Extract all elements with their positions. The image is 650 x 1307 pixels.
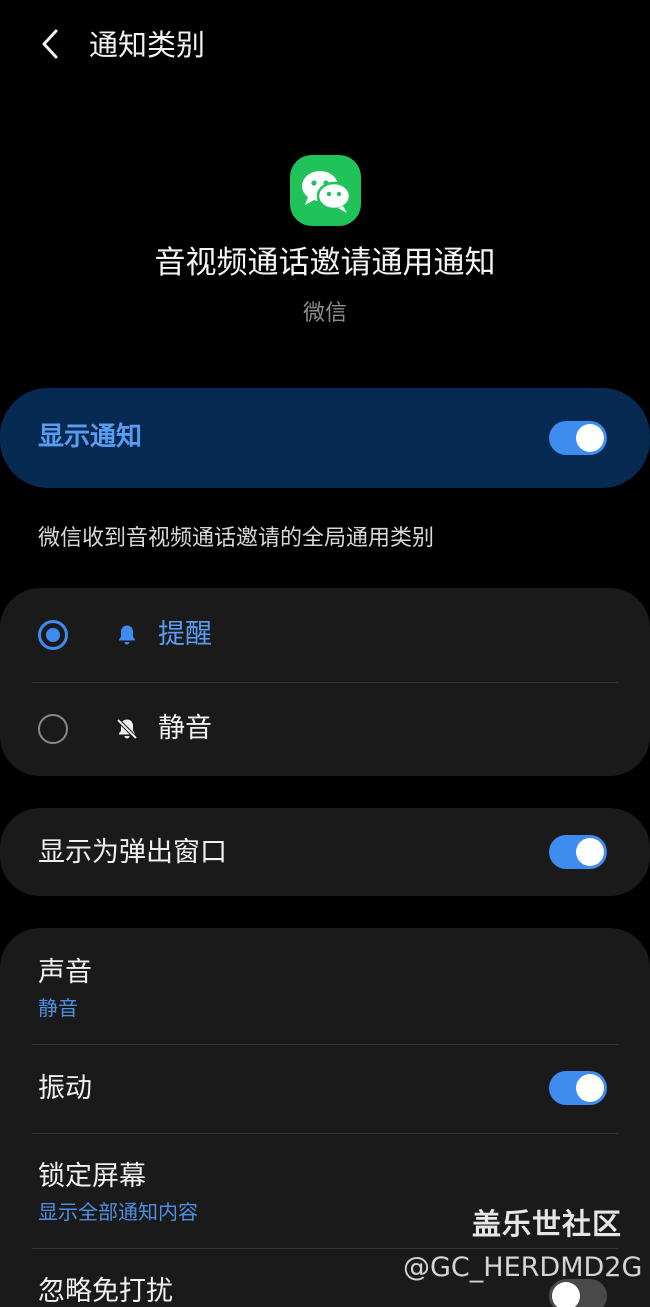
silent-option-row[interactable]: 静音 — [0, 683, 650, 776]
toggle-knob — [576, 424, 604, 452]
sound-value: 静音 — [38, 996, 78, 1020]
notification-category-screen: 通知类别 音视频通话邀请通用通知 微信 显示通知 微信收到音视频通话邀请的全局通… — [0, 0, 650, 1307]
alert-option-row[interactable]: 提醒 — [0, 588, 650, 682]
sound-row[interactable]: 声音 静音 — [0, 928, 650, 1044]
alert-mode-card: 提醒 静音 — [0, 588, 650, 776]
popup-row[interactable]: 显示为弹出窗口 — [0, 808, 650, 896]
app-bar: 通知类别 — [0, 0, 650, 92]
toggle-knob — [576, 1074, 604, 1102]
show-notifications-toggle[interactable] — [549, 421, 607, 455]
popup-toggle[interactable] — [549, 835, 607, 869]
sound-label: 声音 — [38, 957, 92, 988]
channel-title: 音视频通话邀请通用通知 — [154, 245, 496, 281]
show-notifications-row[interactable]: 显示通知 — [0, 388, 650, 488]
app-name: 微信 — [302, 301, 347, 326]
bell-off-icon — [116, 718, 138, 740]
vibration-label: 振动 — [38, 1073, 92, 1104]
watermark-site: 盖乐世社区 — [472, 1207, 623, 1241]
vibration-toggle[interactable] — [549, 1071, 607, 1105]
lock-screen-value: 显示全部通知内容 — [38, 1200, 198, 1224]
show-notifications-label: 显示通知 — [38, 422, 143, 452]
toggle-knob — [576, 838, 604, 866]
wechat-logo-icon — [290, 155, 361, 226]
alert-option-label: 提醒 — [158, 619, 212, 650]
page-title: 通知类别 — [89, 28, 206, 62]
silent-radio[interactable] — [38, 714, 68, 744]
dnd-label: 忽略免打扰 — [38, 1276, 173, 1307]
bell-icon — [119, 625, 135, 645]
watermark-user: @GC_HERDMD2G — [403, 1252, 643, 1283]
category-description: 微信收到音视频通话邀请的全局通用类别 — [38, 526, 435, 551]
lock-screen-label: 锁定屏幕 — [38, 1161, 146, 1192]
vibration-row[interactable]: 振动 — [0, 1045, 650, 1133]
popup-label: 显示为弹出窗口 — [38, 837, 227, 868]
chevron-left-icon — [42, 29, 58, 59]
back-button[interactable] — [30, 24, 70, 64]
alert-radio[interactable] — [38, 620, 68, 650]
silent-option-label: 静音 — [158, 713, 212, 744]
